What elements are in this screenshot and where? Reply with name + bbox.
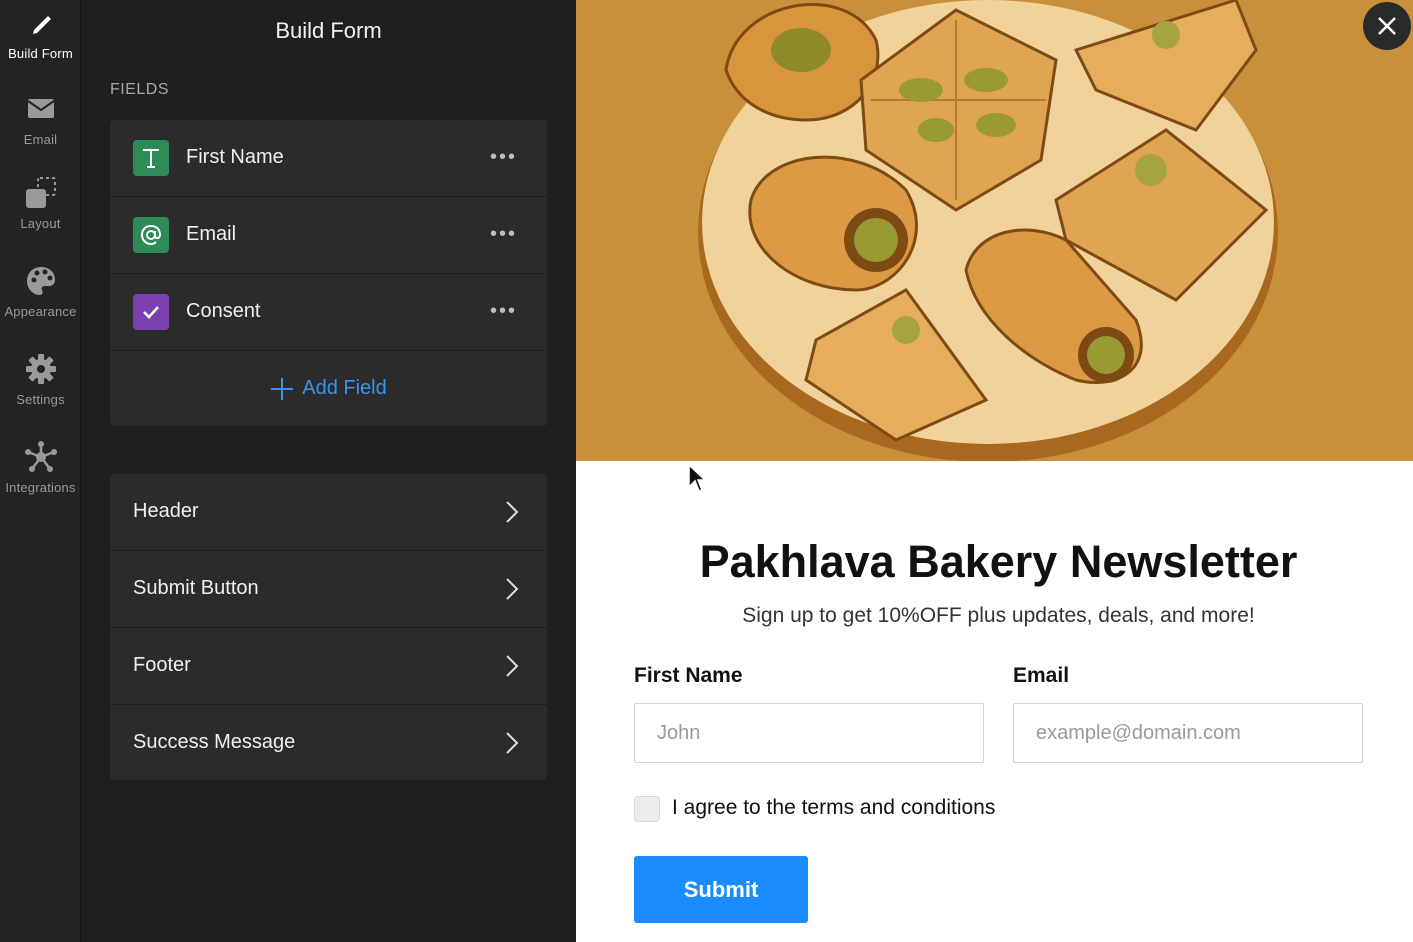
section-label: Header	[133, 500, 199, 522]
gear-icon	[25, 354, 56, 384]
rail-item-layout[interactable]: Layout	[0, 176, 81, 231]
first-name-label: First Name	[634, 664, 743, 687]
section-row-header[interactable]: Header	[110, 474, 547, 551]
rail-item-label: Email	[23, 132, 58, 147]
rail-item-email[interactable]: Email	[0, 92, 81, 147]
field-label: Email	[186, 223, 237, 245]
chevron-right-icon	[506, 501, 519, 523]
mouse-cursor-icon	[688, 463, 707, 492]
section-label: Footer	[133, 654, 191, 676]
envelope-icon	[26, 99, 55, 118]
layout-icon	[25, 177, 56, 208]
chevron-right-icon	[506, 655, 519, 677]
rail-item-integrations[interactable]: Integrations	[0, 440, 81, 495]
field-label: Consent	[186, 300, 261, 322]
rail-item-appearance[interactable]: Appearance	[0, 264, 81, 319]
left-nav-rail: Build Form Email Layout Appearance Setti…	[0, 0, 81, 942]
email-label: Email	[1013, 664, 1070, 687]
rail-item-label: Integrations	[5, 480, 76, 495]
rail-item-label: Layout	[20, 216, 61, 231]
chevron-right-icon	[506, 578, 519, 600]
rail-item-label: Appearance	[4, 304, 77, 319]
chevron-right-icon	[506, 732, 519, 754]
rail-item-settings[interactable]: Settings	[0, 352, 81, 407]
section-row-success-message[interactable]: Success Message	[110, 705, 547, 780]
field-row-email[interactable]: Email •••	[110, 197, 547, 274]
first-name-input[interactable]	[634, 703, 984, 763]
form-title: Pakhlava Bakery Newsletter	[699, 536, 1298, 587]
consent-text: I agree to the terms and conditions	[672, 796, 996, 819]
section-row-footer[interactable]: Footer	[110, 628, 547, 705]
section-label: Submit Button	[133, 577, 259, 599]
more-options-icon[interactable]: •••	[490, 300, 517, 323]
close-button[interactable]	[1363, 2, 1411, 50]
rail-item-build-form[interactable]: Build Form	[0, 6, 81, 61]
palette-icon	[26, 267, 55, 295]
text-icon	[133, 140, 169, 176]
consent-checkbox[interactable]	[634, 796, 660, 822]
field-row-first-name[interactable]: First Name •••	[110, 120, 547, 197]
email-input[interactable]	[1013, 703, 1363, 763]
pencil-icon	[32, 16, 51, 34]
build-form-panel: Build Form FIELDS First Name ••• Email •…	[81, 0, 576, 942]
add-field-label: Add Field	[302, 377, 387, 399]
plus-icon	[271, 377, 294, 400]
form-sections-list: Header Submit Button Footer Success Mess…	[110, 474, 547, 780]
field-label: First Name	[186, 146, 284, 168]
integrations-icon	[24, 441, 57, 472]
fields-list: First Name ••• Email ••• Consent ••• Add…	[110, 120, 547, 426]
hero-image	[576, 0, 1413, 461]
form-subtitle: Sign up to get 10%OFF plus updates, deal…	[742, 604, 1255, 627]
section-row-submit-button[interactable]: Submit Button	[110, 551, 547, 628]
panel-title: Build Form	[275, 18, 382, 43]
more-options-icon[interactable]: •••	[490, 146, 517, 169]
at-icon	[133, 217, 169, 253]
fields-section-label: FIELDS	[110, 81, 170, 98]
add-field-button[interactable]: Add Field	[110, 351, 547, 426]
rail-item-label: Settings	[16, 392, 65, 407]
checkbox-icon	[133, 294, 169, 330]
more-options-icon[interactable]: •••	[490, 223, 517, 246]
section-label: Success Message	[133, 731, 296, 753]
field-row-consent[interactable]: Consent •••	[110, 274, 547, 351]
baklava-plate-illustration	[698, 0, 1278, 461]
submit-button[interactable]: Submit	[634, 856, 808, 923]
close-icon	[1378, 17, 1396, 35]
rail-item-label: Build Form	[8, 46, 73, 61]
